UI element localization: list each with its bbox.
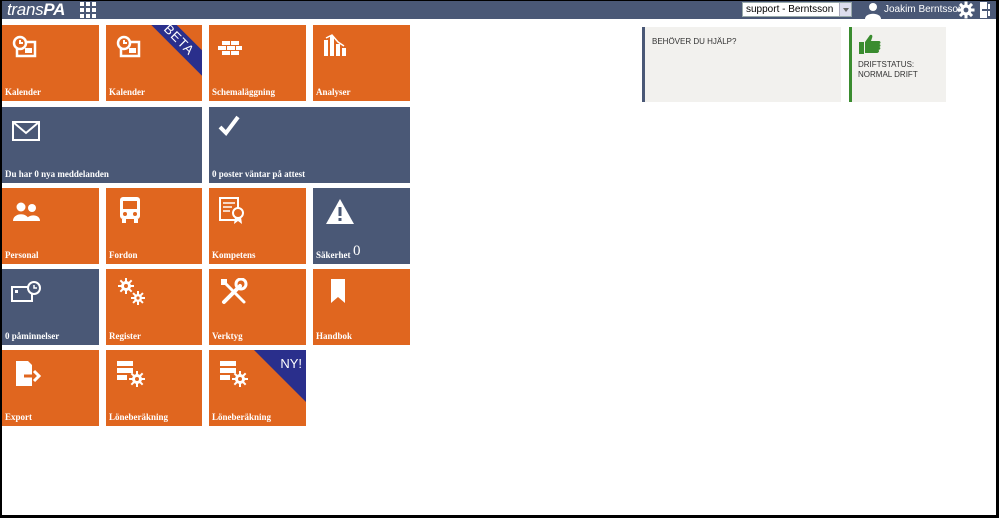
tile-handbok-label: Handbok (316, 331, 353, 341)
calendar-clock-icon (116, 35, 141, 58)
calendar-clock-icon (12, 35, 37, 58)
tile-sakerhet-label: Säkerhet (316, 250, 351, 260)
tile-personal-label: Personal (5, 250, 39, 260)
new-badge: NY! (280, 356, 302, 371)
tools-icon (221, 278, 248, 304)
gears-icon (118, 278, 145, 305)
user-name[interactable]: Joakim Berntsson (884, 1, 963, 19)
tile-kompetens-label: Kompetens (212, 250, 256, 260)
tile-sakerhet[interactable]: Säkerhet 0 (313, 188, 410, 264)
help-panel-text: BEHÖVER DU HJÄLP? (652, 37, 737, 46)
tile-kalender-beta-label: Kalender (109, 87, 145, 97)
tile-kalender-label: Kalender (5, 87, 41, 97)
tile-kalender[interactable]: Kalender (2, 25, 99, 101)
tile-loneberakning[interactable]: Löneberäkning (106, 350, 202, 426)
export-file-icon (16, 361, 42, 386)
tile-register[interactable]: Register (106, 269, 202, 345)
tile-paminnelser-label: 0 påminnelser (5, 331, 60, 341)
tile-schemalaggning[interactable]: Schemaläggning (209, 25, 306, 101)
tile-fordon-label: Fordon (109, 250, 138, 260)
tile-register-label: Register (109, 331, 141, 341)
tile-handbok[interactable]: Handbok (313, 269, 410, 345)
bus-icon (120, 197, 140, 223)
chevron-down-icon[interactable] (839, 3, 851, 16)
logo-text-pa: PA (43, 1, 66, 19)
operation-status-panel[interactable]: DRIFTSTATUS: NORMAL DRIFT (849, 27, 946, 102)
logo-text-trans: trans (7, 1, 44, 19)
tile-fordon[interactable]: Fordon (106, 188, 202, 264)
help-panel[interactable]: BEHÖVER DU HJÄLP? (642, 27, 841, 102)
tile-attest[interactable]: 0 poster väntar på attest (209, 107, 410, 183)
tile-personal[interactable]: Personal (2, 188, 99, 264)
certificate-icon (219, 197, 244, 224)
tile-kalender-beta[interactable]: BETA Kalender (106, 25, 202, 101)
people-icon (13, 202, 40, 221)
transpa-logo[interactable]: transPA (7, 1, 65, 19)
tile-meddelanden[interactable]: Du har 0 nya meddelanden (2, 107, 202, 183)
tile-loneberakning-label: Löneberäkning (109, 412, 169, 422)
server-settings-icon (117, 361, 145, 387)
tile-paminnelser[interactable]: 0 påminnelser (2, 269, 99, 345)
tile-loneberakning-ny-label: Löneberäkning (212, 412, 272, 422)
tile-analyser[interactable]: Analyser (313, 25, 410, 101)
tile-analyser-label: Analyser (316, 87, 351, 97)
account-select-value: support - Berntsson (746, 4, 834, 15)
tile-verktyg-label: Verktyg (212, 331, 243, 341)
tile-meddelanden-label: Du har 0 nya meddelanden (5, 169, 109, 179)
tile-loneberakning-ny[interactable]: NY! Löneberäkning (209, 350, 306, 426)
brick-wall-icon (218, 41, 242, 55)
account-select[interactable]: support - Berntsson (742, 2, 852, 17)
warning-icon (326, 199, 354, 224)
status-value: NORMAL DRIFT (858, 70, 918, 79)
thumbs-up-icon (859, 34, 881, 54)
tile-verktyg[interactable]: Verktyg (209, 269, 306, 345)
server-settings-icon (220, 361, 248, 387)
bar-chart-icon (324, 34, 346, 56)
tile-kompetens[interactable]: Kompetens (209, 188, 306, 264)
app-frame: transPA support - Berntsson Joakim Bernt… (2, 1, 996, 515)
tile-sakerhet-count: 0 (353, 243, 361, 259)
envelope-icon (12, 121, 40, 141)
top-bar: transPA support - Berntsson Joakim Bernt… (2, 1, 996, 19)
bookmark-icon (331, 279, 345, 303)
tile-export-label: Export (5, 412, 32, 422)
reminder-alarm-icon (11, 281, 41, 302)
user-icon[interactable] (864, 1, 882, 19)
apps-grid-icon[interactable] (80, 2, 97, 18)
tile-attest-label: 0 poster väntar på attest (212, 169, 306, 179)
logout-icon[interactable] (979, 1, 993, 19)
tile-export[interactable]: Export (2, 350, 99, 426)
checkmark-icon (218, 115, 240, 137)
beta-badge: BETA (140, 25, 202, 79)
status-label: DRIFTSTATUS: (858, 60, 915, 69)
settings-gear-icon[interactable] (957, 1, 975, 19)
tile-schemalaggning-label: Schemaläggning (212, 87, 276, 97)
